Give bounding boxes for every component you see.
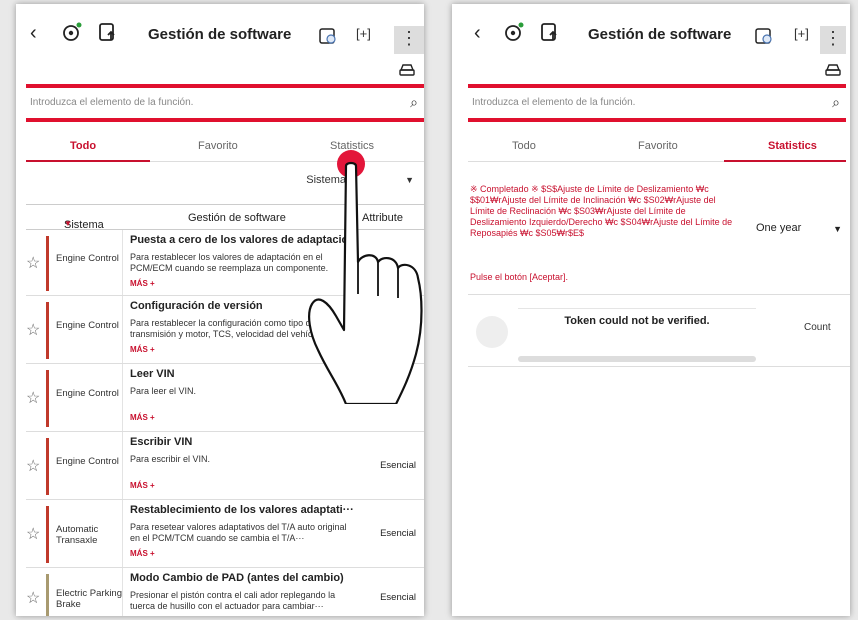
- attribute-label: Esencial: [380, 460, 416, 471]
- function-name: Modo Cambio de PAD (antes del cambio): [130, 572, 344, 584]
- function-description: Para resetear valores adaptativos del T/…: [130, 522, 347, 543]
- screen-record-icon[interactable]: [754, 26, 774, 46]
- column-divider: [122, 568, 123, 616]
- favorite-star-icon[interactable]: ☆: [26, 524, 40, 544]
- function-description: Presionar el pistón contra el cali ador …: [130, 590, 336, 611]
- vehicle-icon[interactable]: [824, 62, 842, 78]
- favorite-star-icon[interactable]: ☆: [26, 456, 40, 476]
- stage: ‹ Gestión de software [+] ⋮ Introduzca e…: [0, 0, 858, 620]
- function-name: Restablecimiento de los valores adaptati…: [130, 504, 354, 516]
- column-divider: [122, 296, 123, 363]
- page-title: Gestión de software: [588, 26, 732, 43]
- favorite-star-icon[interactable]: ☆: [26, 388, 40, 408]
- tab-statistics[interactable]: Statistics: [768, 140, 817, 152]
- system-label: Automatic Transaxle: [56, 524, 99, 546]
- system-label: Electric Parking Brake: [56, 588, 122, 610]
- tab-favorito[interactable]: Favorito: [638, 140, 678, 152]
- vehicle-upload-icon[interactable]: [538, 20, 562, 44]
- search-placeholder: Introduzca el elemento de la función.: [30, 97, 194, 108]
- column-divider: [122, 432, 123, 499]
- expand-icon[interactable]: [+]: [794, 26, 809, 41]
- search-icon[interactable]: ⌕: [410, 94, 418, 111]
- more-menu-button[interactable]: ⋮: [394, 26, 424, 54]
- column-divider: [122, 230, 123, 295]
- sort-desc-icon: ▼: [64, 219, 72, 228]
- attribute-label: Esencial: [380, 528, 416, 539]
- favorite-star-icon[interactable]: ☆: [26, 588, 40, 608]
- system-color-bar: [46, 438, 49, 495]
- more-menu-button[interactable]: ⋮: [820, 26, 846, 54]
- tab-todo[interactable]: Todo: [512, 140, 536, 152]
- left-screen: ‹ Gestión de software [+] ⋮ Introduzca e…: [16, 4, 424, 616]
- header: ‹ Gestión de software [+] ⋮: [452, 4, 850, 62]
- header: ‹ Gestión de software [+] ⋮: [16, 4, 424, 62]
- page-title: Gestión de software: [148, 26, 292, 43]
- loading-bar: [518, 356, 756, 362]
- more-link[interactable]: MÁS +: [130, 279, 155, 288]
- active-tab-indicator: [724, 160, 846, 162]
- more-link[interactable]: MÁS +: [130, 413, 155, 422]
- red-divider-top: [468, 84, 846, 88]
- red-divider-bottom: [468, 118, 846, 122]
- chevron-down-icon: ▼: [833, 224, 842, 234]
- system-label: Engine Control: [56, 456, 119, 467]
- column-divider: [122, 500, 123, 567]
- active-tab-indicator: [26, 160, 150, 162]
- search-bar[interactable]: Introduzca el elemento de la función. ⌕: [26, 90, 424, 116]
- list-item[interactable]: ☆ Electric Parking Brake Modo Cambio de PA…: [26, 568, 424, 616]
- tap-gesture-hand-icon: [308, 150, 423, 404]
- attribute-label: Esencial: [380, 592, 416, 603]
- count-label: Count: [804, 322, 831, 333]
- system-color-bar: [46, 302, 49, 359]
- more-link[interactable]: MÁS +: [130, 549, 155, 558]
- tab-todo[interactable]: Todo: [70, 140, 96, 152]
- token-error-message: Token could not be verified.: [518, 308, 756, 327]
- completed-items-text: ※ Completado ※ $S$Ajuste de Límite de De…: [470, 184, 733, 238]
- screen-record-icon[interactable]: [318, 26, 338, 46]
- expand-icon[interactable]: [+]: [356, 26, 371, 41]
- vci-connection-icon[interactable]: [60, 20, 84, 44]
- vehicle-icon[interactable]: [398, 62, 416, 78]
- system-color-bar: [46, 506, 49, 563]
- search-placeholder: Introduzca el elemento de la función.: [472, 97, 636, 108]
- divider: [468, 294, 850, 295]
- system-label: Engine Control: [56, 253, 119, 264]
- function-description: Para escribir el VIN.: [130, 454, 211, 464]
- tab-favorito[interactable]: Favorito: [198, 140, 238, 152]
- vci-connection-icon[interactable]: [502, 20, 526, 44]
- back-icon[interactable]: ‹: [30, 22, 37, 45]
- system-color-bar: [46, 236, 49, 291]
- tab-bar: Todo Favorito Statistics: [468, 132, 846, 162]
- back-icon[interactable]: ‹: [474, 22, 481, 45]
- avatar: [476, 316, 508, 348]
- system-color-bar: [46, 574, 49, 616]
- system-label: Engine Control: [56, 388, 119, 399]
- period-select[interactable]: One year ▼: [756, 222, 846, 234]
- system-label: Engine Control: [56, 320, 119, 331]
- right-screen: ‹ Gestión de software [+] ⋮ Introduzca e…: [452, 4, 850, 616]
- more-link[interactable]: MÁS +: [130, 345, 155, 354]
- list-item[interactable]: ☆ Automatic Transaxle Restablecimiento de …: [26, 500, 424, 568]
- list-item[interactable]: ☆ Engine Control Escribir VIN Para escribir…: [26, 432, 424, 500]
- divider: [468, 366, 850, 367]
- red-divider-top: [26, 84, 424, 88]
- search-icon[interactable]: ⌕: [832, 94, 840, 111]
- vehicle-upload-icon[interactable]: [96, 20, 120, 44]
- function-name: Escribir VIN: [130, 436, 193, 448]
- favorite-star-icon[interactable]: ☆: [26, 253, 40, 273]
- red-divider-bottom: [26, 118, 424, 122]
- system-color-bar: [46, 370, 49, 427]
- press-accept-text: Pulse el botón [Aceptar].: [470, 272, 569, 282]
- col-software: Gestión de software: [188, 212, 286, 224]
- favorite-star-icon[interactable]: ☆: [26, 320, 40, 340]
- period-value: One year: [756, 222, 802, 234]
- column-divider: [122, 364, 123, 431]
- more-link[interactable]: MÁS +: [130, 481, 155, 490]
- search-bar[interactable]: Introduzca el elemento de la función. ⌕: [468, 90, 846, 116]
